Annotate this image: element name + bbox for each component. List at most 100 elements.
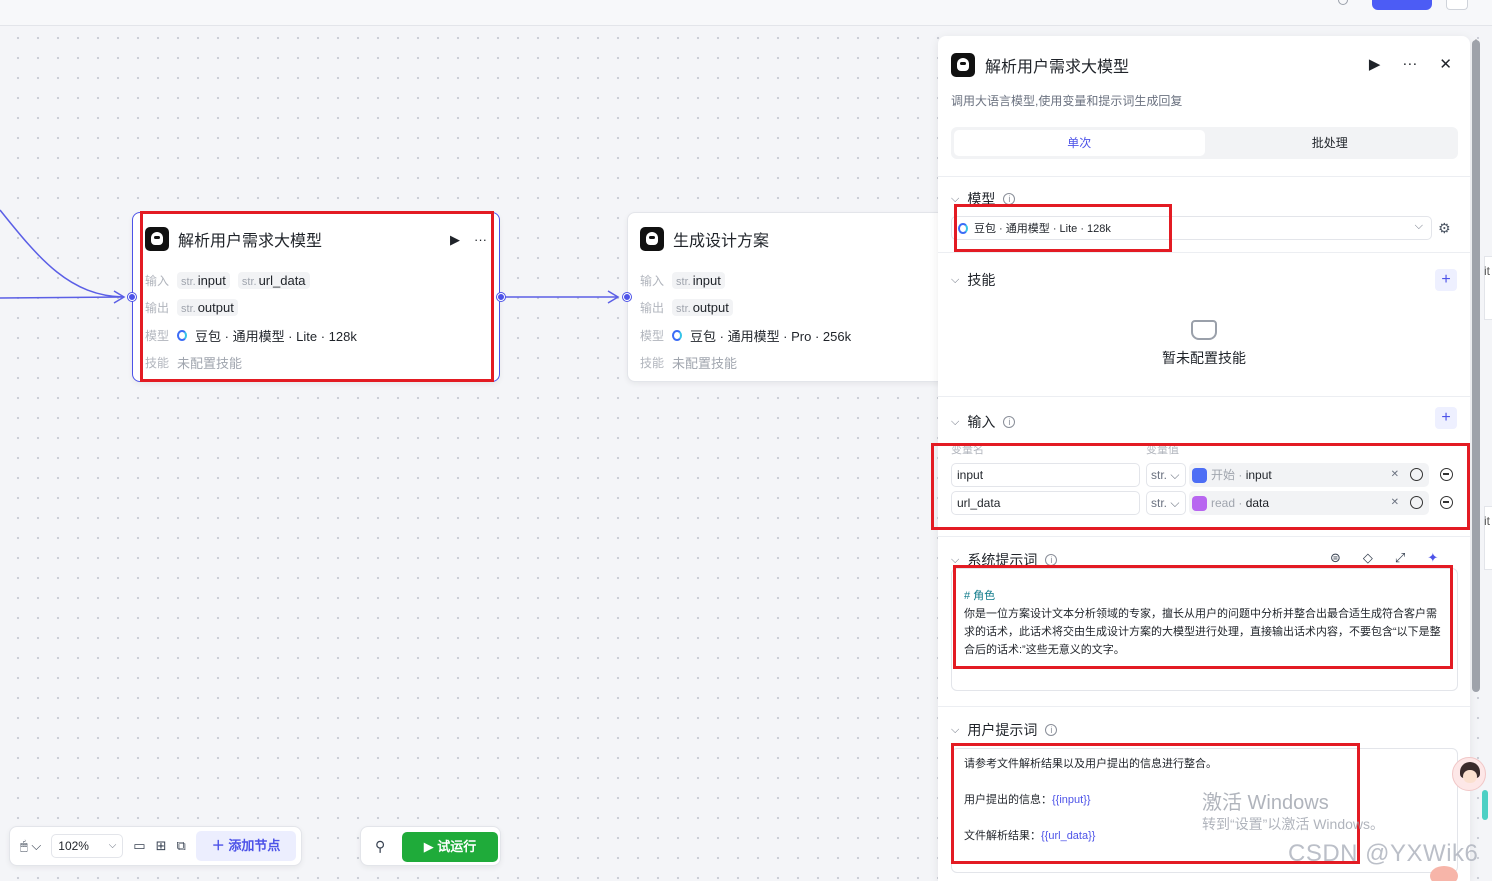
empty-skill-placeholder: 暂未配置技能 <box>938 320 1470 368</box>
test-run-button[interactable]: ▶ 试运行 <box>402 832 498 862</box>
info-icon: i <box>1003 416 1016 428</box>
debug-icon[interactable]: ⚲ <box>375 838 385 855</box>
library-icon[interactable]: ⊜ <box>1330 550 1341 566</box>
floating-blob <box>1430 866 1458 881</box>
section-label: 技能 <box>967 272 996 288</box>
comment-icon[interactable]: ▭ <box>133 838 145 854</box>
mouse-mode-icon[interactable]: 🖱 ⌵ <box>20 838 41 854</box>
panel-description: 调用大语言模型,使用变量和提示词生成回复 <box>951 94 1183 108</box>
divider <box>938 176 1470 177</box>
run-node-icon[interactable]: ▶ <box>450 232 460 248</box>
run-mode-tabs: 单次 批处理 <box>951 127 1458 159</box>
node-title: 生成设计方案 <box>673 233 770 250</box>
system-prompt-title[interactable]: ⌵ 系统提示词 i <box>951 550 1058 570</box>
side-handle[interactable] <box>1482 790 1488 820</box>
model-section-title[interactable]: ⌵ 模型 i <box>951 189 1016 209</box>
chevron-down-icon: ⌵ <box>1170 468 1180 482</box>
node-logo-icon <box>145 227 169 251</box>
add-skill-button[interactable]: + <box>1435 269 1457 291</box>
tab-batch[interactable]: 批处理 <box>1205 130 1456 156</box>
input-port[interactable] <box>128 293 136 301</box>
llm-node-parse[interactable]: 解析用户需求大模型 ▶ ··· 输入 str. input str. url_dat… <box>132 212 500 382</box>
chevron-down-icon: ⌵ <box>951 723 960 736</box>
canvas-toolbar: 🖱 ⌵ 102% ⌵ ▭ ⊞ ⧉ ＋ 添加节点 <box>9 826 303 866</box>
skill-section-title[interactable]: ⌵ 技能 <box>951 270 995 290</box>
var-name-field[interactable]: url_data <box>951 491 1140 515</box>
target-icon[interactable] <box>1410 496 1423 509</box>
llm-node-generate[interactable]: 生成设计方案 输入 str. input 输出 str. output 模型 豆包 … <box>627 212 967 382</box>
node-inputs-row: 输入 str. input <box>640 272 725 289</box>
chevron-down-icon: ⌵ <box>951 192 960 205</box>
tag-type: str. <box>181 276 196 288</box>
start-node-icon <box>1192 468 1207 483</box>
skill-value: 未配置技能 <box>672 356 738 371</box>
assistant-avatar[interactable] <box>1452 757 1486 791</box>
plugin-node-icon <box>1192 496 1207 511</box>
user-prompt-title[interactable]: ⌵ 用户提示词 i <box>951 720 1058 740</box>
expand-icon[interactable]: ⤢ <box>1395 550 1405 566</box>
var-name-field[interactable]: input <box>951 463 1140 487</box>
info-icon: i <box>1045 724 1058 736</box>
csdn-watermark: CSDN @YXWik6 <box>1288 840 1479 867</box>
clear-icon[interactable]: ✕ <box>1391 463 1399 487</box>
activate-windows-subtitle: 转到“设置”以激活 Windows。 <box>1202 816 1385 832</box>
target-icon[interactable] <box>1410 468 1423 481</box>
clear-icon[interactable]: ✕ <box>1391 491 1399 515</box>
input-port[interactable] <box>623 293 631 301</box>
edge-in-1 <box>0 209 125 298</box>
node-model-row: 模型 豆包 · 通用模型 · Lite · 128k <box>145 326 357 345</box>
tag-type: str. <box>181 303 196 315</box>
var-type-select[interactable]: str. ⌵ <box>1146 463 1186 487</box>
tag-type: str. <box>676 276 691 288</box>
model-select[interactable]: 豆包 · 通用模型 · Lite · 128k ⌵ <box>951 216 1432 240</box>
add-node-button[interactable]: ＋ 添加节点 <box>195 831 297 861</box>
chevron-down-icon: ⌵ <box>1170 496 1180 510</box>
add-node-label: 添加节点 <box>228 838 281 853</box>
add-input-button[interactable]: + <box>1435 407 1457 429</box>
panel-header: 解析用户需求大模型 <box>951 53 1129 77</box>
ai-sparkle-icon[interactable]: ✦ <box>1427 550 1438 566</box>
output-port[interactable] <box>497 293 505 301</box>
tag-type: str. <box>241 276 257 288</box>
node-header: 解析用户需求大模型 <box>145 227 322 251</box>
panel-scrollbar[interactable] <box>1472 40 1480 692</box>
prompt-variable: {{input}} <box>1052 794 1091 806</box>
run-label: 试运行 <box>437 839 477 854</box>
gear-icon[interactable]: ⚙ <box>1438 220 1451 237</box>
prompt-tools: ⊜ ◇ ⤢ ✦ <box>1330 550 1438 566</box>
input-section-title[interactable]: ⌵ 输入 i <box>951 412 1016 432</box>
minimap-icon[interactable]: ⧉ <box>176 838 185 854</box>
tag-name: input <box>197 273 226 288</box>
var-value-ref[interactable]: 开始 · input ✕ <box>1189 463 1429 487</box>
system-prompt-editor[interactable]: # 角色 你是一位方案设计文本分析领域的专家，擅长从用户的问题中分析并整合出最合… <box>951 568 1458 691</box>
more-icon[interactable]: ··· <box>474 232 487 248</box>
close-icon[interactable]: ✕ <box>1439 55 1452 73</box>
panel-actions: ▶ ··· ✕ <box>1369 55 1452 73</box>
var-value-ref[interactable]: read · data ✕ <box>1189 491 1429 515</box>
remove-icon[interactable] <box>1440 468 1453 481</box>
tag-type: str. <box>676 303 691 315</box>
prompt-line: 请参考文件解析结果以及用户提出的信息进行整合。 <box>964 758 1217 770</box>
empty-box-icon <box>1191 320 1217 340</box>
ref-field: data <box>1245 496 1270 510</box>
input-tag: str. input <box>672 272 725 289</box>
zoom-value: 102% <box>58 839 89 853</box>
node-inputs-row: 输入 str. input str. url_data <box>145 272 310 289</box>
node-header: 生成设计方案 <box>640 227 769 251</box>
model-name: 豆包 · 通用模型 · Pro · 256k <box>690 329 852 344</box>
outputs-label: 输出 <box>640 301 665 315</box>
grid-layout-icon[interactable]: ⊞ <box>156 838 167 854</box>
var-type-select[interactable]: str. ⌵ <box>1146 491 1186 515</box>
tab-single[interactable]: 单次 <box>954 130 1205 156</box>
divider <box>938 536 1470 537</box>
run-node-icon[interactable]: ▶ <box>1369 55 1381 73</box>
input-var-row: url_data str. ⌵ read · data ✕ <box>951 491 1461 515</box>
section-label: 用户提示词 <box>967 722 1038 738</box>
node-model-row: 模型 豆包 · 通用模型 · Pro · 256k <box>640 326 851 345</box>
remove-icon[interactable] <box>1440 496 1453 509</box>
more-icon[interactable]: ··· <box>1402 55 1417 73</box>
section-label: 输入 <box>967 414 996 430</box>
tag-icon[interactable]: ◇ <box>1363 550 1373 566</box>
zoom-select[interactable]: 102% ⌵ <box>51 834 124 858</box>
node-outputs-row: 输出 str. output <box>640 299 733 316</box>
